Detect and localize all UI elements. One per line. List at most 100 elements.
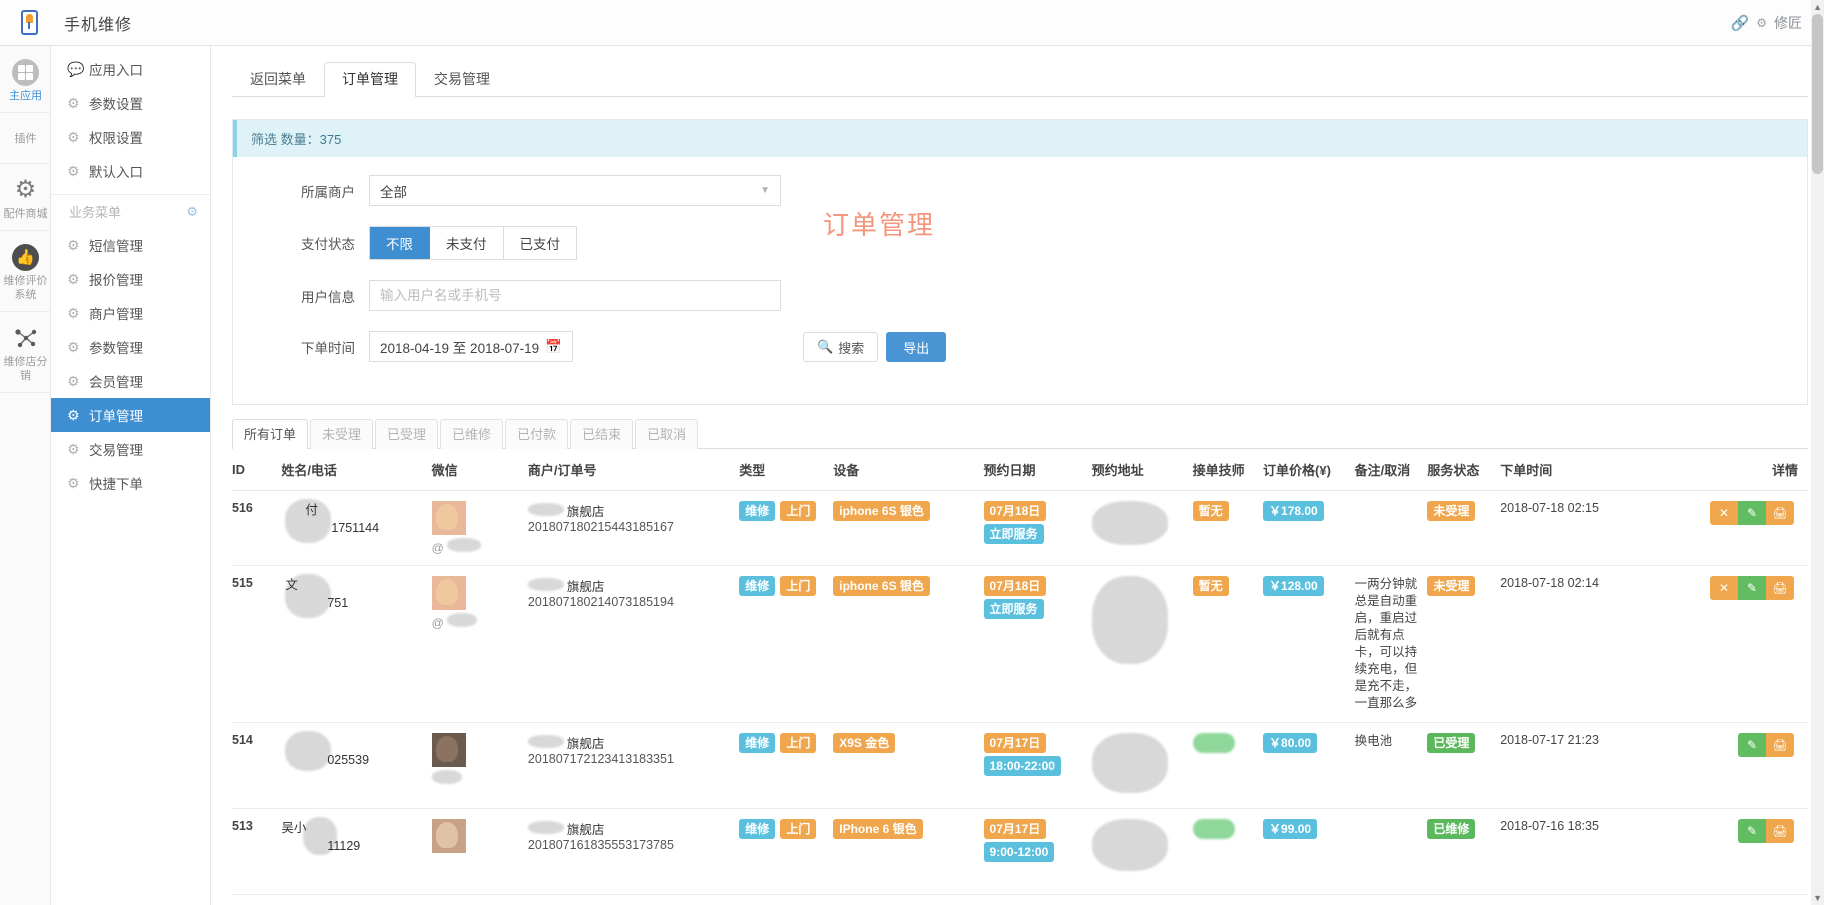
sidebar-item-default-entry[interactable]: ⚙ 默认入口 [51,154,210,188]
page-scrollbar-thumb[interactable] [1812,14,1823,174]
col-appointment-date: 预约日期 [984,449,1092,491]
phone-repair-icon [21,10,38,35]
col-order-time: 下单时间 [1500,449,1676,491]
edit-order-button[interactable]: ✎ [1738,819,1766,843]
order-date-range-value: 2018-04-19 至 2018-07-19 [380,337,539,357]
tag-onsite: 上门 [780,733,816,753]
sidebar-item-quick-order[interactable]: ⚙ 快捷下单 [51,466,210,500]
rail-label-plugins: 插件 [2,132,49,146]
row-actions: ✎ 🖨 [1676,723,1808,809]
col-order-no: 商户/订单号 [528,449,739,491]
sidebar-item-merchant[interactable]: ⚙ 商户管理 [51,296,210,330]
tag-appointment-day: 07月18日 [984,576,1047,596]
sidebar-item-app-entry[interactable]: 💬 应用入口 [51,52,210,86]
sidebar-item-quote[interactable]: ⚙ 报价管理 [51,262,210,296]
table-row[interactable]: 516 付 1751144 @ 旗舰店 [232,491,1808,566]
sidebar-item-order-management[interactable]: ⚙ 订单管理 [51,398,210,432]
status-tab-repaired[interactable]: 已维修 [440,419,503,449]
row-actions: ✕ ✎ 🖨 [1676,491,1808,566]
scroll-down-arrow[interactable]: ▼ [1813,893,1822,903]
label-merchant: 所属商户 [279,181,369,201]
tag-device: X9S 金色 [833,733,895,753]
print-order-button[interactable]: 🖨 [1766,576,1794,600]
rail-label-main-app: 主应用 [2,89,49,103]
row-phone: 751 [281,596,348,610]
page-scrollbar-track[interactable]: ▲ ▼ [1811,0,1824,905]
row-phone: 11129 [281,839,360,853]
row-device: X9S 金色 [833,723,983,809]
print-order-button[interactable]: 🖨 [1766,733,1794,757]
col-technician: 接单技师 [1193,449,1263,491]
gear-icon: ⚙ [67,305,89,322]
edit-order-button[interactable]: ✎ [1738,501,1766,525]
pay-status-option-paid[interactable]: 已支付 [504,227,577,259]
row-service-status: 未受理 [1427,491,1500,566]
pay-status-segmented: 不限 未支付 已支付 [369,226,577,260]
tag-appointment-day: 07月17日 [984,733,1047,753]
sidebar-item-transaction[interactable]: ⚙ 交易管理 [51,432,210,466]
row-type: 维修上门 [739,566,833,723]
table-row[interactable]: 515 文 751 @ 旗舰店 [232,566,1808,723]
pay-status-option-any[interactable]: 不限 [370,227,430,259]
status-tab-all[interactable]: 所有订单 [232,419,308,449]
app-title: 手机维修 [64,11,132,35]
sidebar-item-permission-settings[interactable]: ⚙ 权限设置 [51,120,210,154]
tab-back-to-menu[interactable]: 返回菜单 [232,62,324,97]
table-row[interactable]: 513 吴小 11129 旗舰店 201807161835553173785 [232,809,1808,895]
row-price: ￥178.00 [1263,491,1355,566]
rail-item-main-app[interactable]: 主应用 [0,46,51,113]
user-info-input[interactable] [369,280,781,311]
col-address: 预约地址 [1092,449,1193,491]
edit-order-button[interactable]: ✎ [1738,576,1766,600]
row-technician: 暂无 [1193,566,1263,723]
user-name[interactable]: 修匠 [1774,13,1802,33]
filter-body: 订单管理 所属商户 全部 ▼ 支付状态 不限 未支付 已支付 [233,157,1807,404]
sidebar-item-params[interactable]: ⚙ 参数管理 [51,330,210,364]
tab-order-management[interactable]: 订单管理 [324,62,416,97]
print-order-button[interactable]: 🖨 [1766,819,1794,843]
sidebar-item-sms[interactable]: ⚙ 短信管理 [51,228,210,262]
search-button[interactable]: 🔍 搜索 [803,332,878,362]
tag-price: ￥99.00 [1263,819,1317,839]
merchant-select[interactable]: 全部 ▼ [369,175,781,206]
rail-label-review-system: 维修评价系统 [2,274,49,302]
print-order-button[interactable]: 🖨 [1766,501,1794,525]
cancel-order-button[interactable]: ✕ [1710,501,1738,525]
scroll-up-arrow[interactable]: ▲ [1813,2,1822,12]
gear-icon[interactable]: ⚙ [186,204,198,220]
col-remark: 备注/取消 [1355,449,1428,491]
sidebar-label-member: 会员管理 [89,371,143,391]
rail-item-distribution[interactable]: 维修店分销 [0,312,51,393]
status-tab-unaccepted[interactable]: 未受理 [310,419,373,449]
status-tab-cancelled[interactable]: 已取消 [635,419,698,449]
row-name-phone: 付 1751144 [281,491,431,566]
gear-small-icon[interactable]: ⚙ [1756,16,1767,30]
status-tab-finished[interactable]: 已结束 [570,419,633,449]
row-order-time: 2018-07-16 18:35 [1500,809,1676,895]
status-tab-accepted[interactable]: 已受理 [375,419,438,449]
export-button[interactable]: 导出 [886,332,946,362]
row-service-status: 未受理 [1427,566,1500,723]
gear-icon: ⚙ [67,163,89,180]
tag-price: ￥128.00 [1263,576,1324,596]
order-date-range-picker[interactable]: 2018-04-19 至 2018-07-19 📅 [369,331,573,362]
tag-repair: 维修 [739,576,775,596]
sidebar-item-param-settings[interactable]: ⚙ 参数设置 [51,86,210,120]
rail-item-review-system[interactable]: 👍 维修评价系统 [0,231,51,312]
rail-item-parts-mall[interactable]: ⚙ 配件商城 [0,164,51,231]
edit-order-button[interactable]: ✎ [1738,733,1766,757]
status-tab-paid[interactable]: 已付款 [505,419,568,449]
filter-count: 375 [320,132,342,147]
tag-device: iphone 6S 银色 [833,501,930,521]
sidebar-label-permission-settings: 权限设置 [89,127,143,147]
tab-transaction-management[interactable]: 交易管理 [416,62,508,97]
chat-icon: 💬 [67,61,89,78]
sidebar-item-member[interactable]: ⚙ 会员管理 [51,364,210,398]
pay-status-option-unpaid[interactable]: 未支付 [430,227,504,259]
rail-item-plugins[interactable]: 插件 [0,113,51,164]
cancel-order-button[interactable]: ✕ [1710,576,1738,600]
link-icon[interactable]: 🔗 [1731,14,1750,32]
table-row[interactable]: 514 025539 旗舰店 2018071721 [232,723,1808,809]
row-appointment-date: 07月17日 9:00-12:00 [984,809,1092,895]
row-actions: ✕ ✎ 🖨 [1676,566,1808,723]
